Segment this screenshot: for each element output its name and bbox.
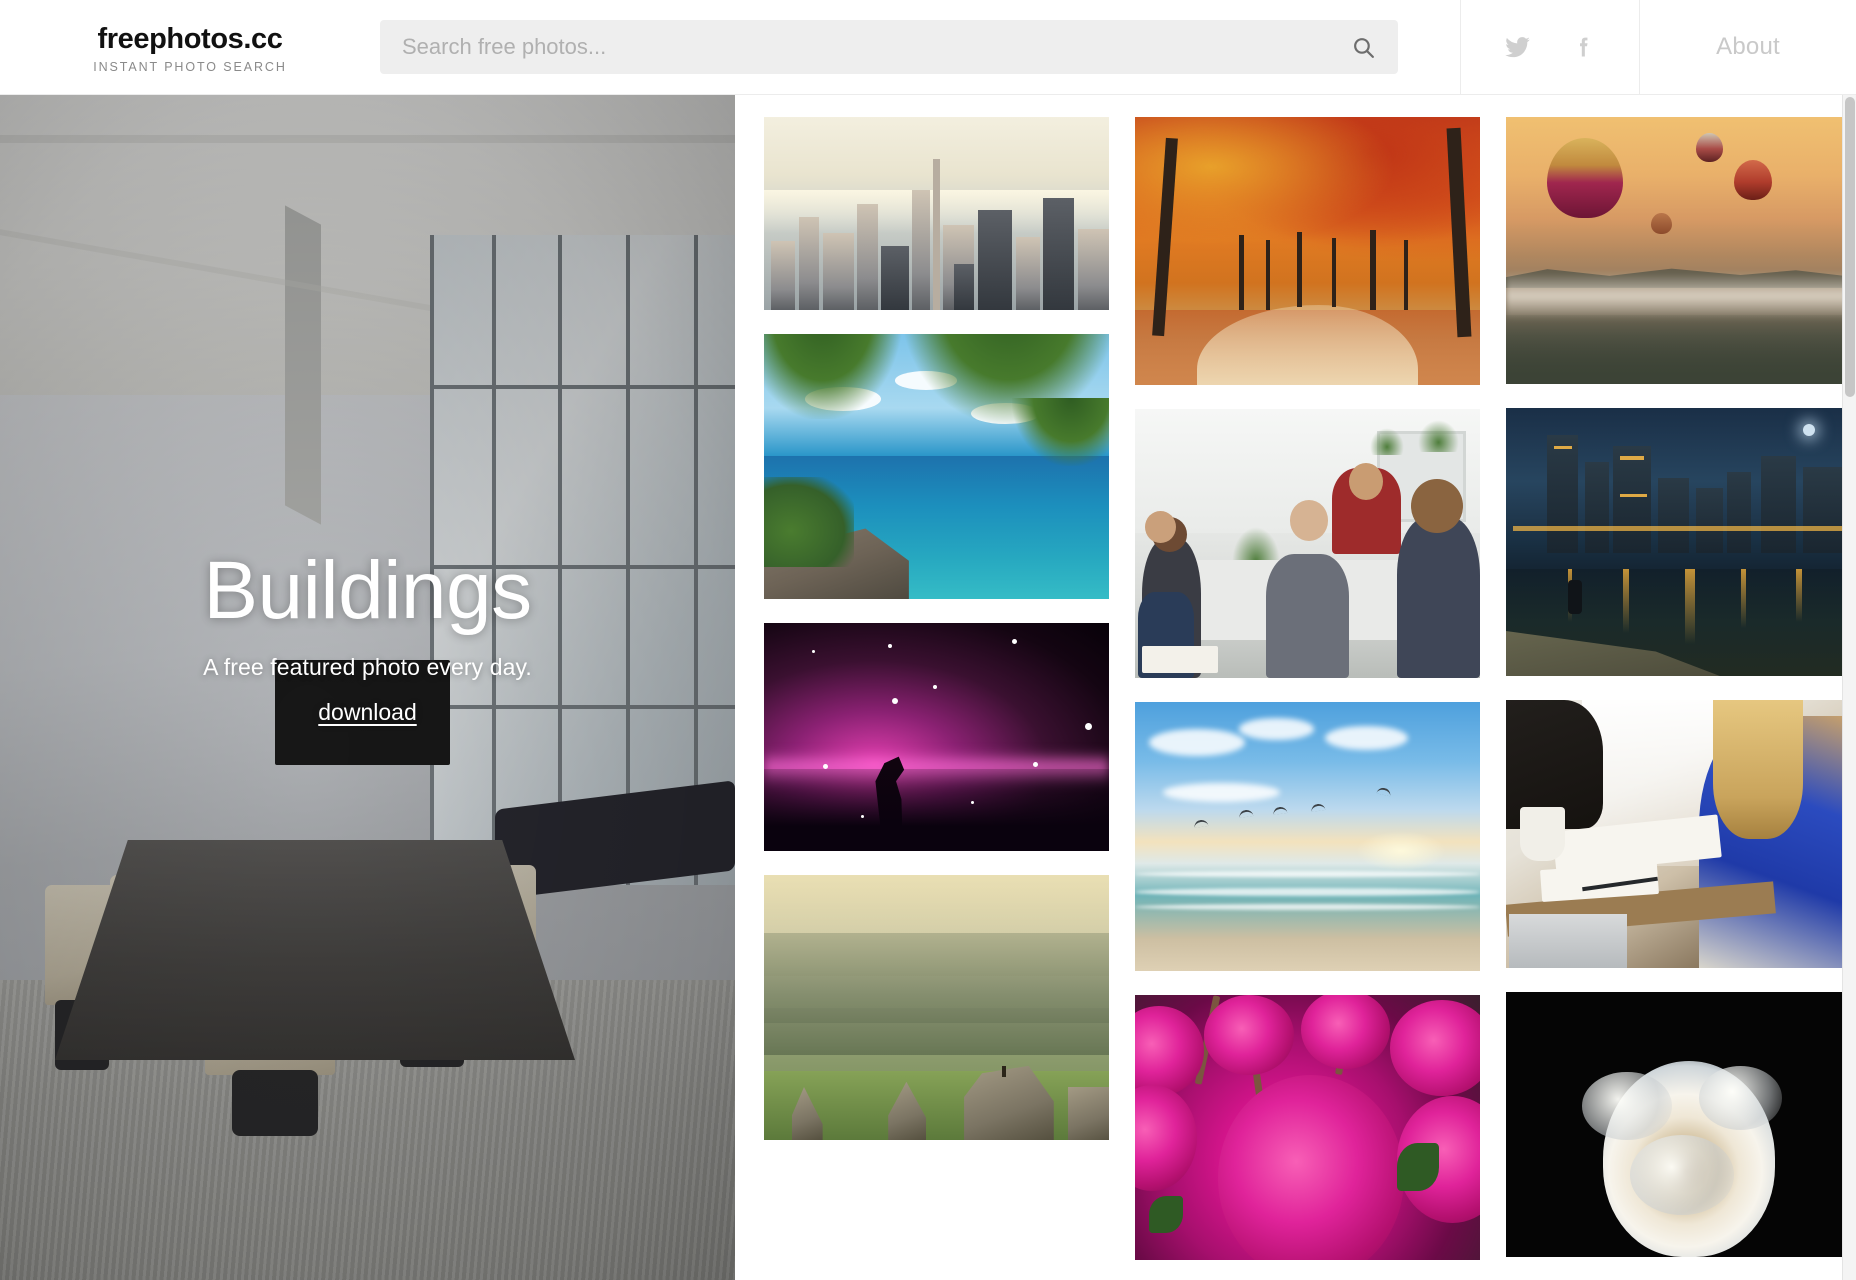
photo-gallery — [735, 95, 1856, 1280]
site-brand[interactable]: freephotos.cc INSTANT PHOTO SEARCH — [0, 0, 380, 94]
hero-subtitle: A free featured photo every day. — [203, 653, 532, 680]
search-input[interactable] — [380, 20, 1398, 74]
about-link[interactable]: About — [1716, 33, 1780, 61]
hero-title: Buildings — [203, 544, 532, 636]
gallery-column-3 — [1506, 117, 1851, 1280]
page-content: Buildings A free featured photo every da… — [0, 95, 1856, 1280]
gallery-tile[interactable] — [764, 117, 1109, 310]
gallery-tile[interactable] — [764, 875, 1109, 1140]
site-header: freephotos.cc INSTANT PHOTO SEARCH Searc… — [0, 0, 1856, 95]
page-scrollbar[interactable] — [1842, 95, 1856, 1280]
search-area — [380, 0, 1460, 94]
gallery-column-1 — [764, 117, 1109, 1164]
papers — [1141, 645, 1218, 673]
scrollbar-thumb[interactable] — [1845, 97, 1855, 397]
gallery-tile[interactable] — [1135, 117, 1480, 385]
search-box[interactable] — [380, 20, 1398, 74]
gallery-tile[interactable] — [1506, 700, 1851, 968]
about-nav: About — [1640, 0, 1856, 94]
brand-tagline: INSTANT PHOTO SEARCH — [93, 59, 287, 74]
bollard — [1568, 579, 1583, 614]
facebook-icon[interactable] — [1569, 33, 1597, 61]
social-links — [1460, 0, 1640, 94]
search-icon[interactable] — [1350, 34, 1376, 60]
hiker-figure — [1002, 1065, 1007, 1077]
hero-text-block: Buildings A free featured photo every da… — [0, 95, 735, 1280]
gallery-tile[interactable] — [764, 334, 1109, 599]
gallery-column-2 — [1135, 117, 1480, 1280]
gallery-tile[interactable] — [1506, 992, 1851, 1257]
hero-download-link[interactable]: download — [318, 699, 416, 726]
gallery-tile[interactable] — [1135, 995, 1480, 1260]
twitter-icon[interactable] — [1503, 33, 1531, 61]
gallery-tile[interactable] — [1135, 702, 1480, 971]
moon — [1802, 424, 1815, 437]
gallery-tile[interactable] — [1506, 117, 1851, 384]
gallery-tile[interactable] — [764, 623, 1109, 851]
gallery-tile[interactable] — [1506, 408, 1851, 676]
featured-photo-hero[interactable]: Buildings A free featured photo every da… — [0, 95, 735, 1280]
brand-name: freephotos.cc — [97, 23, 283, 56]
gallery-tile[interactable] — [1135, 409, 1480, 678]
